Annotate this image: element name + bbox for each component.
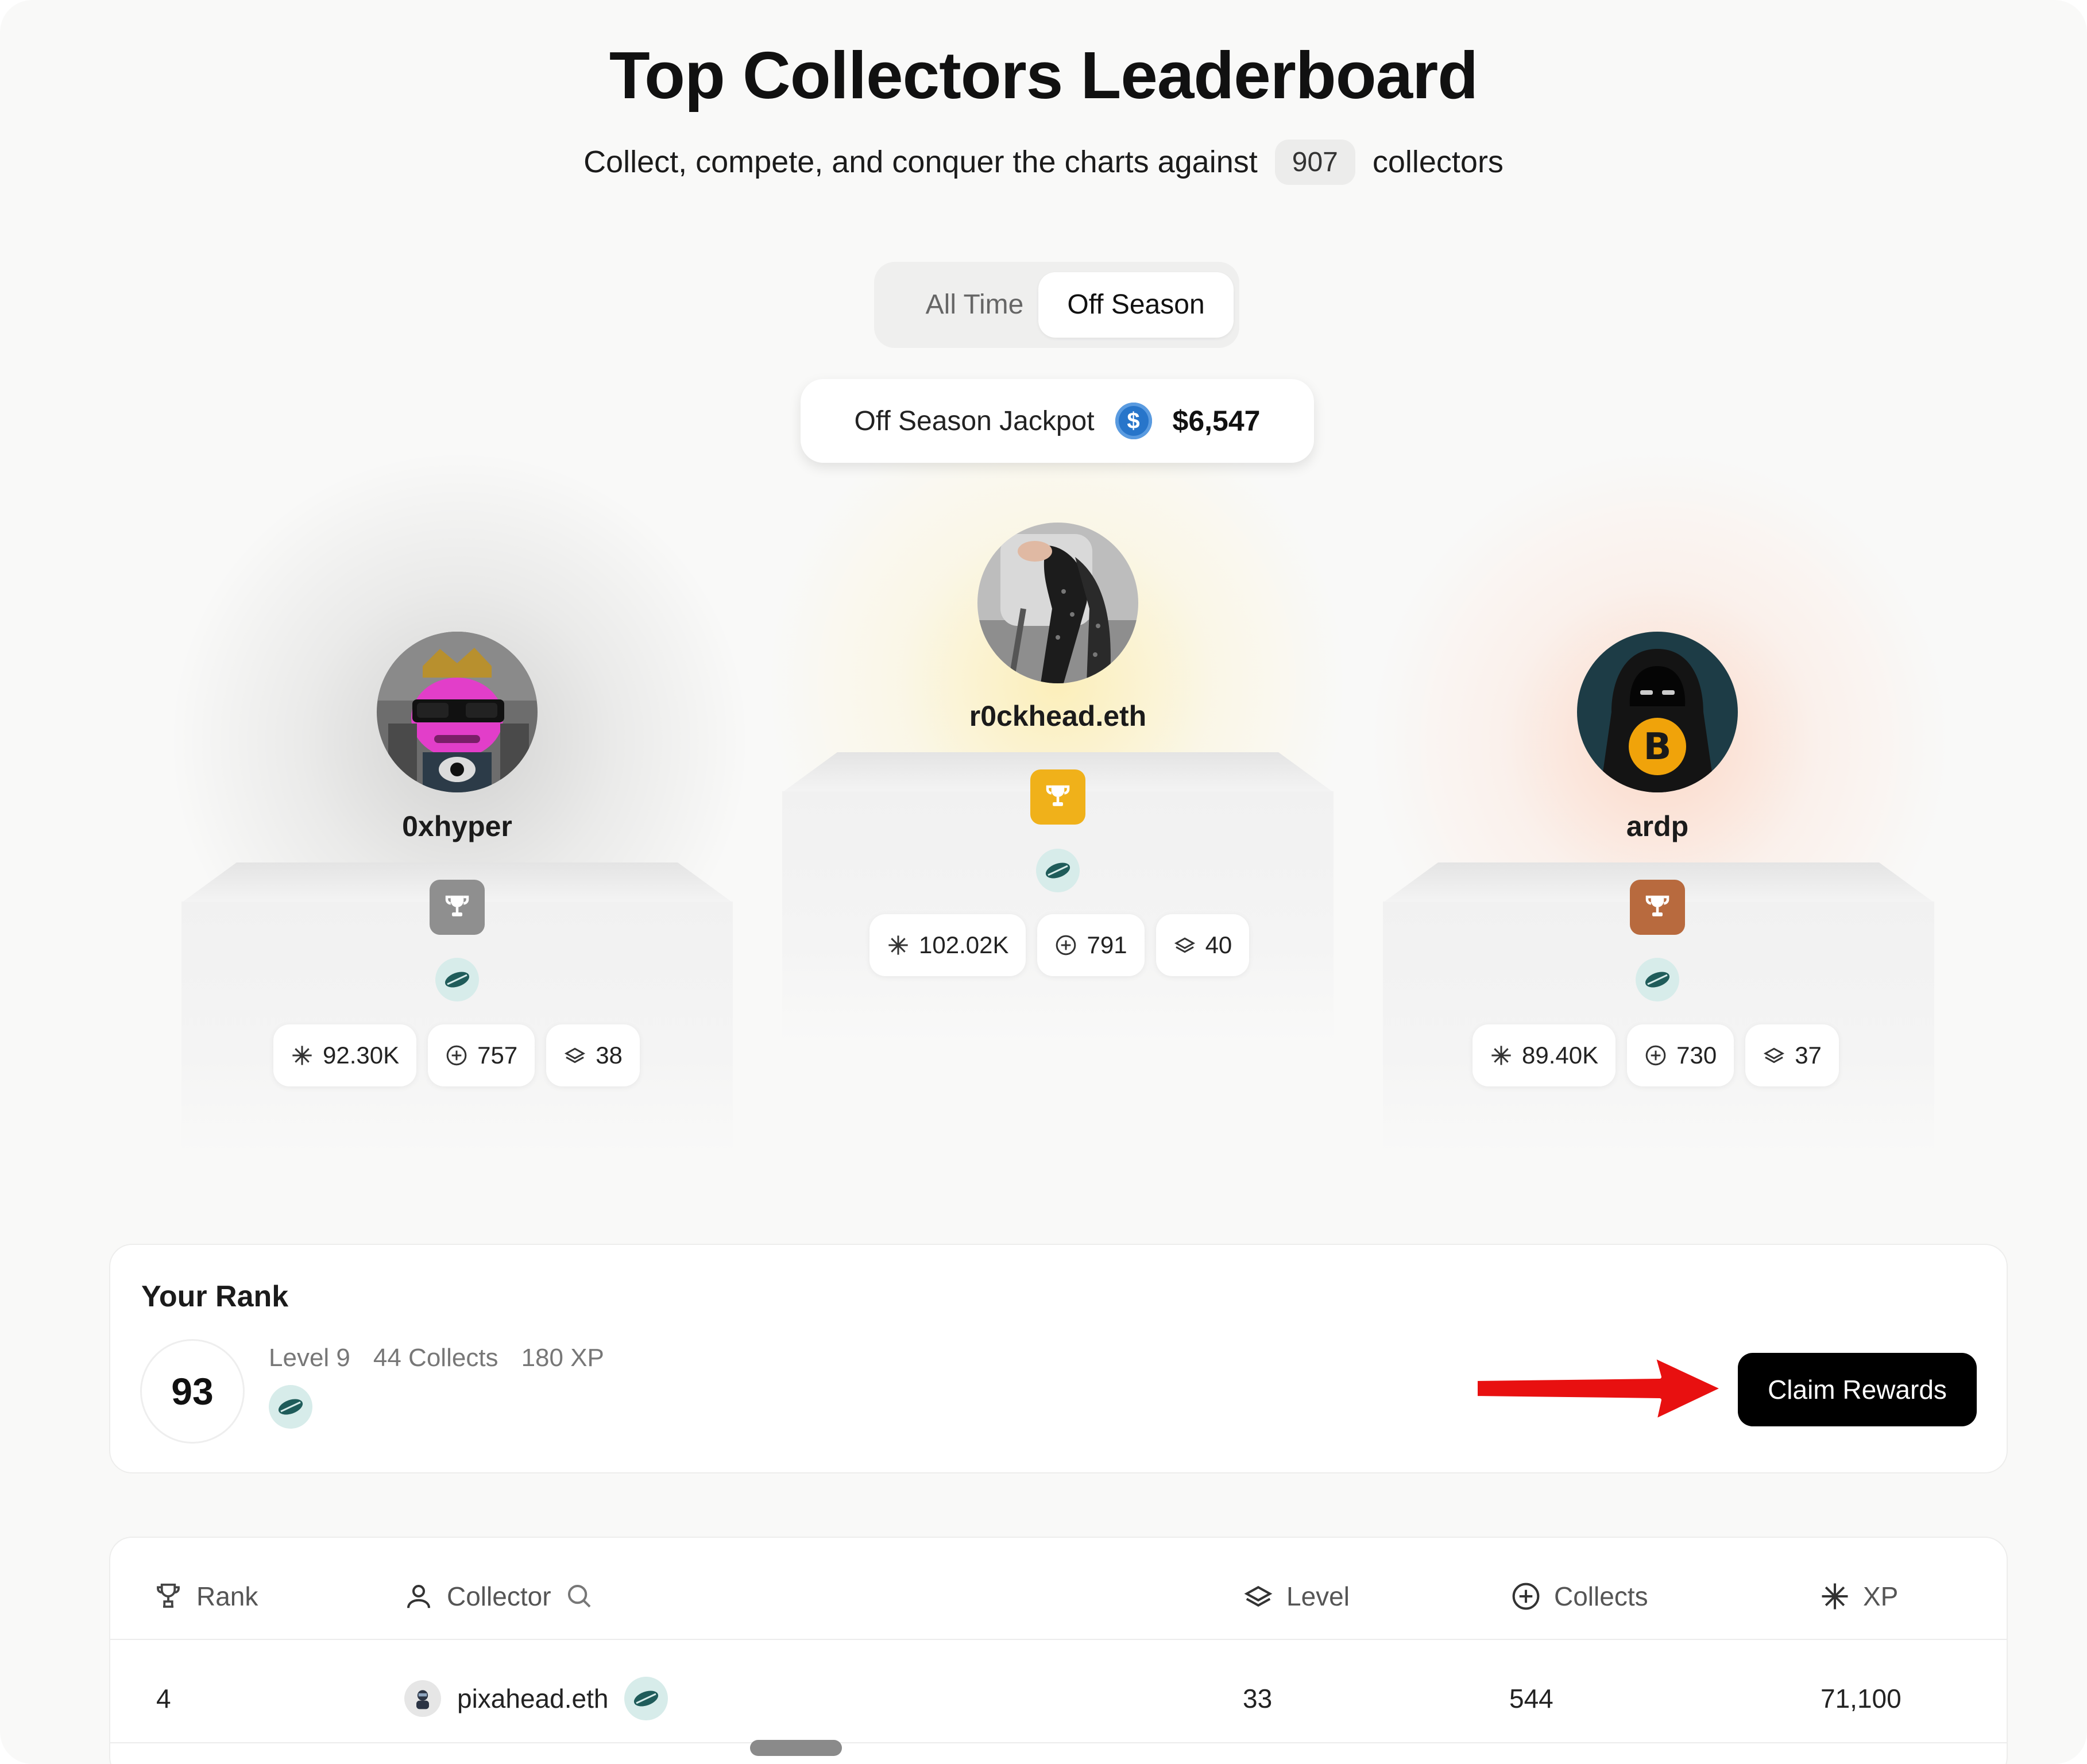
usdc-coin-icon: $ bbox=[1115, 403, 1152, 439]
column-collector-label: Collector bbox=[447, 1581, 551, 1611]
podium-1-stats: 102.02K 791 40 bbox=[869, 914, 1250, 976]
xp-value: 102.02K bbox=[919, 931, 1009, 958]
rank-xp: 180 XP bbox=[521, 1344, 604, 1372]
avatar-ardp[interactable]: B bbox=[1577, 632, 1738, 792]
page-title: Top Collectors Leaderboard bbox=[609, 38, 1478, 113]
column-level[interactable]: Level bbox=[1243, 1573, 1350, 1619]
collects-value: 757 bbox=[477, 1042, 518, 1069]
avatar-0xhyper[interactable] bbox=[377, 632, 538, 792]
collects-value: 791 bbox=[1087, 931, 1127, 958]
leaf-badge-icon bbox=[269, 1385, 312, 1429]
collects-stat: 757 bbox=[428, 1024, 535, 1086]
leaf-badge-icon bbox=[1036, 849, 1080, 892]
layers-icon bbox=[565, 1047, 586, 1063]
jackpot-label: Off Season Jackpot bbox=[854, 405, 1095, 436]
leaderboard-table: Rank Collector Level Collects XP 4 pixah… bbox=[109, 1537, 2008, 1764]
scrollbar-thumb[interactable] bbox=[750, 1740, 842, 1756]
season-toggle: All Time Off Season bbox=[874, 262, 1239, 348]
sparkle-icon bbox=[292, 1046, 312, 1065]
xp-stat: 89.40K bbox=[1473, 1024, 1616, 1086]
column-collects[interactable]: Collects bbox=[1510, 1573, 1648, 1619]
header-divider bbox=[110, 1639, 2007, 1640]
column-rank[interactable]: Rank bbox=[153, 1573, 258, 1619]
column-level-label: Level bbox=[1286, 1581, 1350, 1611]
podium-2-stats: 92.30K 757 38 bbox=[273, 1024, 640, 1086]
annotation-arrow-icon bbox=[1474, 1355, 1725, 1422]
subtitle-suffix: collectors bbox=[1372, 145, 1504, 179]
sparkle-icon bbox=[888, 935, 908, 955]
column-xp-label: XP bbox=[1863, 1581, 1899, 1611]
plus-circle-icon bbox=[1645, 1045, 1666, 1066]
level-stat: 38 bbox=[546, 1024, 640, 1086]
collector-name: pixahead.eth bbox=[457, 1684, 609, 1713]
column-xp[interactable]: XP bbox=[1819, 1573, 1898, 1619]
podium-3-name[interactable]: ardp bbox=[1485, 810, 1830, 843]
leaderboard-page: Top Collectors Leaderboard Collect, comp… bbox=[0, 0, 2087, 1764]
page-subtitle: Collect, compete, and conquer the charts… bbox=[0, 139, 2087, 185]
collects-stat: 791 bbox=[1037, 914, 1145, 976]
sparkle-icon bbox=[1822, 1583, 1848, 1610]
row-collects: 544 bbox=[1509, 1684, 1553, 1713]
avatar bbox=[404, 1680, 441, 1717]
level-value: 37 bbox=[1795, 1042, 1822, 1069]
podium-3-stats: 89.40K 730 37 bbox=[1473, 1024, 1839, 1086]
rank-level: Level 9 bbox=[269, 1344, 350, 1372]
row-collector[interactable]: pixahead.eth bbox=[404, 1676, 668, 1722]
tab-off-season[interactable]: Off Season bbox=[1038, 272, 1234, 338]
level-value: 38 bbox=[596, 1042, 623, 1069]
collects-value: 730 bbox=[1676, 1042, 1717, 1069]
podium-2-name[interactable]: 0xhyper bbox=[285, 810, 629, 843]
jackpot-amount: $6,547 bbox=[1172, 405, 1261, 437]
rank-collects: 44 Collects bbox=[373, 1344, 498, 1372]
rank-number: 93 bbox=[140, 1339, 245, 1444]
leaf-badge-icon bbox=[435, 958, 479, 1001]
column-collects-label: Collects bbox=[1554, 1581, 1648, 1611]
layers-icon bbox=[1174, 937, 1195, 953]
gold-trophy-icon bbox=[1030, 769, 1085, 825]
layers-icon bbox=[1244, 1585, 1273, 1607]
your-rank-title: Your Rank bbox=[141, 1280, 289, 1313]
row-xp: 71,100 bbox=[1821, 1684, 1902, 1713]
level-stat: 40 bbox=[1155, 914, 1250, 976]
user-icon bbox=[407, 1584, 431, 1608]
xp-value: 92.30K bbox=[323, 1042, 400, 1069]
avatar-r0ckhead[interactable] bbox=[977, 523, 1138, 683]
sparkle-icon bbox=[1491, 1046, 1511, 1065]
level-value: 40 bbox=[1205, 931, 1232, 958]
plus-circle-icon bbox=[1056, 935, 1076, 956]
jackpot-card: Off Season Jackpot $ $6,547 bbox=[801, 379, 1314, 463]
collector-count-badge: 907 bbox=[1274, 139, 1355, 185]
rank-stats: Level 9 44 Collects 180 XP bbox=[269, 1344, 604, 1372]
podium-1-name[interactable]: r0ckhead.eth bbox=[886, 699, 1230, 733]
search-icon[interactable] bbox=[564, 1581, 595, 1612]
svg-text:B: B bbox=[1644, 726, 1672, 768]
row-rank: 4 bbox=[156, 1684, 171, 1713]
subtitle-text: Collect, compete, and conquer the charts… bbox=[583, 145, 1258, 179]
xp-stat: 102.02K bbox=[869, 914, 1026, 976]
level-stat: 37 bbox=[1745, 1024, 1839, 1086]
bronze-trophy-icon bbox=[1630, 880, 1685, 935]
collects-stat: 730 bbox=[1627, 1024, 1734, 1086]
row-divider bbox=[110, 1742, 2007, 1743]
leaf-badge-icon bbox=[1636, 958, 1679, 1001]
xp-stat: 92.30K bbox=[273, 1024, 417, 1086]
column-rank-label: Rank bbox=[196, 1581, 258, 1611]
claim-rewards-button[interactable]: Claim Rewards bbox=[1738, 1353, 1977, 1426]
layers-icon bbox=[1764, 1047, 1785, 1063]
plus-circle-icon bbox=[446, 1045, 467, 1066]
column-collector[interactable]: Collector bbox=[403, 1573, 595, 1619]
trophy-icon bbox=[157, 1583, 180, 1608]
tab-all-time[interactable]: All Time bbox=[891, 272, 1058, 338]
silver-trophy-icon bbox=[430, 880, 485, 935]
plus-circle-icon bbox=[1512, 1583, 1540, 1610]
xp-value: 89.40K bbox=[1522, 1042, 1599, 1069]
row-level: 33 bbox=[1243, 1684, 1273, 1713]
leaf-badge-icon bbox=[624, 1677, 668, 1720]
